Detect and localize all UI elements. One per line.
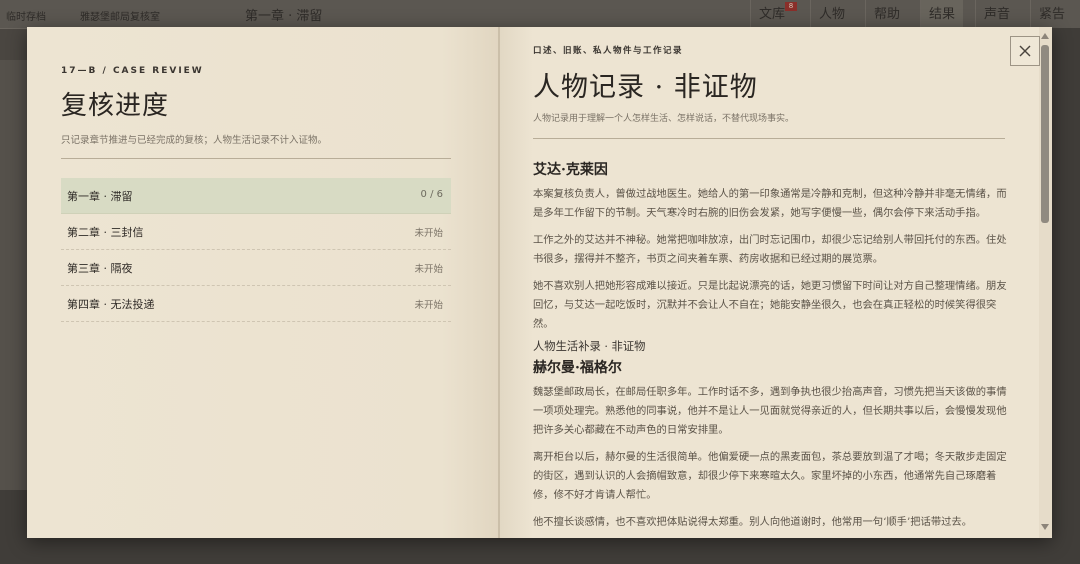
records-subtitle: 人物记录用于理解一个人怎样生活、怎样说话，不替代现场事实。 xyxy=(533,114,795,124)
supplement-label: 人物生活补录 · 非证物 xyxy=(533,340,646,353)
bg-case-text: 雅瑟堡邮局复核室 xyxy=(80,12,160,23)
bg-nav-result: 结果 xyxy=(920,0,963,28)
records-eyebrow: 口述、旧账、私人物件与工作记录 xyxy=(533,46,684,56)
person-name: 赫尔曼·福格尔 xyxy=(533,360,622,376)
progress-subtitle: 只记录章节推进与已经完成的复核；人物生活记录不计入证物。 xyxy=(61,135,328,146)
chapter-status: 未开始 xyxy=(414,300,443,311)
record-paragraph: 工作之外的艾达并不神秘。她常把咖啡放凉，出门时忘记围巾，却很少忘记给别人带回托付… xyxy=(533,234,1007,265)
records-scrollbar[interactable] xyxy=(1039,27,1052,538)
record-paragraph: 离开柜台以后，赫尔曼的生活很简单。他偏爱硬一点的黑麦面包，茶总要放到温了才喝；冬… xyxy=(533,451,1007,501)
close-button[interactable] xyxy=(1010,36,1040,66)
chapter-item-2[interactable]: 第二章 · 三封信 未开始 xyxy=(61,214,451,250)
bg-nav-people: 人物 xyxy=(810,0,853,28)
chapter-progress: 0 / 6 xyxy=(420,189,443,200)
character-records-page: 口述、旧账、私人物件与工作记录 人物记录 · 非证物 人物记录用于理解一个人怎样… xyxy=(500,27,1052,538)
bg-nav-sound: 声音 xyxy=(975,0,1018,28)
bg-top-left-text: 临时存档 xyxy=(6,12,46,23)
chapter-item-1[interactable]: 第一章 · 滞留 0 / 6 xyxy=(61,178,451,214)
bg-nav-help: 帮助 xyxy=(865,0,908,28)
divider xyxy=(61,158,451,159)
record-paragraph: 魏瑟堡邮政局长，在邮局任职多年。工作时话不多，遇到争执也很少抬高声音，习惯先把当… xyxy=(533,386,1007,436)
bg-nav-badge: 8 xyxy=(785,2,797,11)
bg-chapter-text: 第一章 · 滞留 xyxy=(245,9,323,24)
case-eyebrow: 17—B / CASE REVIEW xyxy=(61,66,204,76)
person-name: 艾达·克莱因 xyxy=(533,162,608,178)
bg-right-panel xyxy=(1052,28,1080,548)
chapter-item-4[interactable]: 第四章 · 无法投递 未开始 xyxy=(61,286,451,322)
scroll-down-arrow-icon[interactable] xyxy=(1041,524,1049,530)
progress-page: 17—B / CASE REVIEW 复核进度 只记录章节推进与已经完成的复核；… xyxy=(27,27,498,538)
chapter-item-3[interactable]: 第三章 · 隔夜 未开始 xyxy=(61,250,451,286)
scrollbar-thumb[interactable] xyxy=(1041,45,1049,223)
record-paragraph: 本案复核负责人，曾做过战地医生。她给人的第一印象通常是冷静和克制，但这种冷静并非… xyxy=(533,188,1007,219)
chapter-list: 第一章 · 滞留 0 / 6 第二章 · 三封信 未开始 第三章 · 隔夜 未开… xyxy=(61,178,451,322)
records-scroll-area[interactable]: 艾达·克莱因 本案复核负责人，曾做过战地医生。她给人的第一印象通常是冷静和克制，… xyxy=(533,159,1008,538)
chapter-name: 第二章 · 三封信 xyxy=(67,226,144,239)
record-paragraph: 她不喜欢别人把她形容成难以接近。只是比起说漂亮的话，她更习惯留下时间让对方自己整… xyxy=(533,280,1007,330)
chapter-status: 未开始 xyxy=(414,264,443,275)
case-review-modal: 17—B / CASE REVIEW 复核进度 只记录章节推进与已经完成的复核；… xyxy=(27,27,1052,538)
bg-nav-exit: 紧告 xyxy=(1030,0,1073,28)
scroll-up-arrow-icon[interactable] xyxy=(1041,33,1049,39)
chapter-name: 第一章 · 滞留 xyxy=(67,190,133,203)
chapter-name: 第三章 · 隔夜 xyxy=(67,262,133,275)
chapter-name: 第四章 · 无法投递 xyxy=(67,298,155,311)
divider xyxy=(533,138,1005,139)
chapter-status: 未开始 xyxy=(414,228,443,239)
close-icon xyxy=(1019,45,1031,57)
bg-left-panel xyxy=(0,60,28,490)
background-topbar: 临时存档 雅瑟堡邮局复核室 第一章 · 滞留 文库 8 人物 帮助 结果 声音 … xyxy=(0,0,1080,29)
records-title: 人物记录 · 非证物 xyxy=(533,72,758,103)
record-paragraph: 他不擅长谈感情，也不喜欢把体贴说得太郑重。别人向他道谢时，他常用一句‘顺手’把话… xyxy=(533,516,973,528)
progress-title: 复核进度 xyxy=(61,91,170,121)
